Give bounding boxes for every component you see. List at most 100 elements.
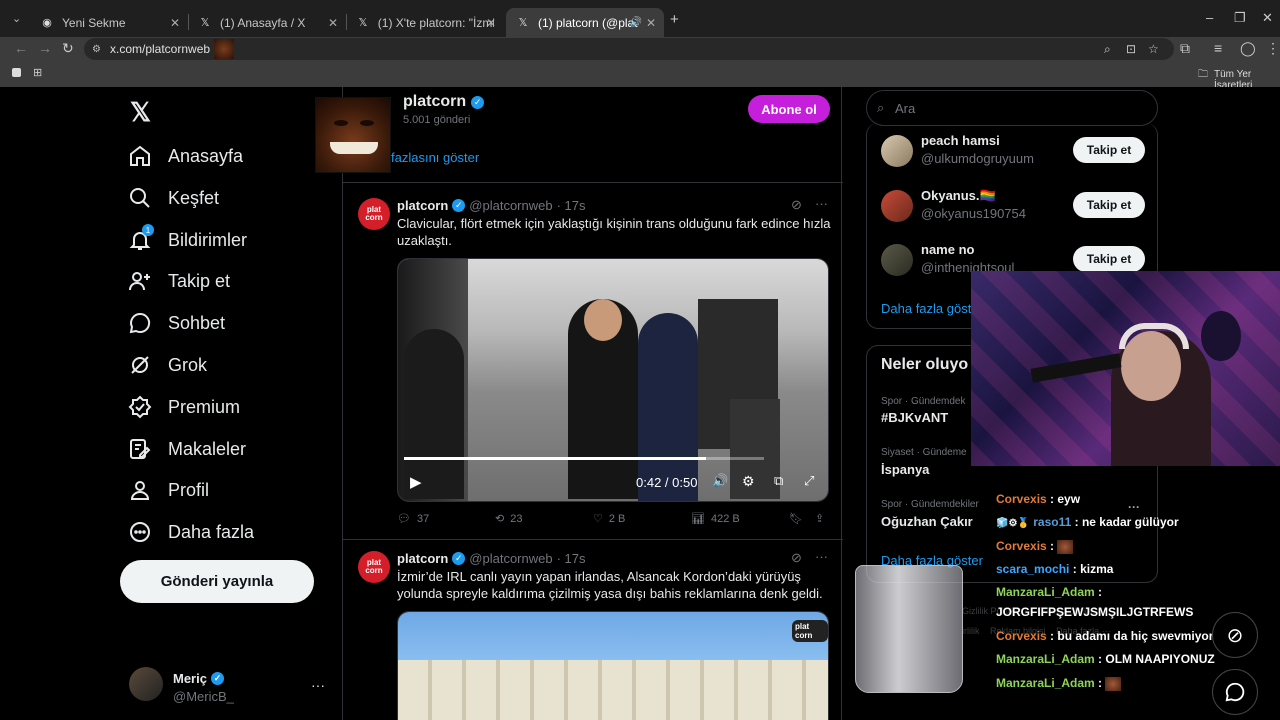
close-icon[interactable]: ✕ [328, 16, 338, 30]
follow-button[interactable]: Takip et [1073, 246, 1145, 272]
follow-button[interactable]: Takip et [1073, 137, 1145, 163]
grok-explain-icon[interactable]: ⊘ [791, 550, 802, 566]
chat-text: : kizma [1072, 562, 1114, 576]
show-more-link[interactable]: Daha fazla göster [881, 301, 983, 316]
trend-item[interactable]: Oğuzhan Çakır [881, 514, 973, 529]
settings-gear-icon[interactable]: ⚙ [742, 473, 755, 490]
tweet-avatar[interactable]: plat corn [358, 198, 390, 230]
repost-button[interactable]: ⟲ 23 [495, 512, 522, 526]
show-more-link[interactable]: fazlasını göster [391, 150, 479, 165]
close-icon[interactable]: ✕ [646, 16, 656, 30]
bookmarks-bar: ⊞ 🗀 Tüm Yer İşaretleri [0, 61, 1280, 91]
x-logo-icon: 𝕏 [200, 17, 210, 29]
minimize-icon[interactable]: – [1206, 10, 1213, 25]
extensions-icon[interactable]: ⧉ [1180, 40, 1190, 57]
nav-more[interactable]: Daha fazla [128, 520, 254, 544]
site-info-icon[interactable]: ⚙ [92, 44, 101, 55]
chat-username: ManzaraLi_Adam [996, 652, 1095, 666]
tab-x-home[interactable]: 𝕏 (1) Anasayfa / X ✕ [188, 8, 346, 37]
follow-button[interactable]: Takip et [1073, 192, 1145, 218]
new-tab-button[interactable]: + [670, 11, 679, 28]
apps-grid-icon[interactable]: ⊞ [33, 66, 42, 79]
nav-profile[interactable]: Profil [128, 478, 209, 502]
media-control-icon[interactable]: ≡ [1214, 40, 1222, 56]
zoom-icon[interactable]: ⌕ [1104, 42, 1111, 57]
account-more-icon[interactable]: ··· [311, 677, 325, 693]
nav-grok[interactable]: Grok [128, 353, 207, 377]
messages-fab[interactable] [1212, 669, 1258, 715]
nav-follow[interactable]: Takip et [128, 269, 230, 293]
tweet-video[interactable]: ▶ 0:42 / 0:50 🔊 ⚙ ⧉ ⤢ [397, 258, 829, 502]
trend-item[interactable]: #BJKvANT [881, 410, 948, 425]
tweet-more-icon[interactable]: ··· [815, 549, 828, 564]
article-edit-icon [130, 439, 151, 459]
views-button[interactable]: 📊︎ 422 B [691, 512, 740, 526]
tweet-avatar[interactable]: plat corn [358, 551, 390, 583]
reply-button[interactable]: 💬︎ 37 [397, 512, 429, 526]
grok-fab[interactable]: ⊘ [1212, 612, 1258, 658]
avatar [129, 667, 163, 701]
tweet-time[interactable]: · 17s [557, 551, 586, 566]
tweet-more-icon[interactable]: ··· [815, 196, 828, 211]
menu-icon[interactable]: ⋮ [1266, 40, 1280, 57]
forward-icon[interactable]: → [38, 40, 52, 56]
tab-x-post[interactable]: 𝕏 (1) X'te platcorn: "İzmir'de IRL c ✕ [346, 8, 504, 37]
avatar [881, 244, 913, 276]
volume-icon[interactable]: 🔊 [712, 473, 728, 489]
verified-icon: ✓ [452, 199, 466, 212]
bookmark-app-icon[interactable] [12, 68, 21, 77]
play-icon[interactable]: ▶ [410, 473, 422, 491]
address-bar[interactable]: ⚙ x.com/platcornweb ⌕ ⊡ ☆ [84, 38, 1174, 60]
back-icon[interactable]: ← [14, 40, 28, 56]
tweet[interactable]: plat corn platcorn ✓ @platcornweb · 17s … [343, 184, 843, 540]
tweet-author-handle[interactable]: @platcornweb [469, 198, 552, 213]
chat-text: : bu adamı da hiç swevmiyorum [1050, 629, 1232, 643]
search-input[interactable]: ⌕ Ara [866, 90, 1158, 126]
tweet-author-handle[interactable]: @platcornweb [469, 551, 552, 566]
subscribe-button[interactable]: Abone ol [748, 95, 830, 123]
post-button[interactable]: Gönderi yayınla [120, 560, 314, 603]
x-logo[interactable]: 𝕏 [130, 97, 151, 128]
profile-icon[interactable]: ◯ [1240, 40, 1256, 57]
tweet-time[interactable]: · 17s [557, 198, 586, 213]
close-icon[interactable]: ✕ [486, 16, 496, 30]
trend-item[interactable]: İspanya [881, 462, 929, 477]
nav-premium[interactable]: Premium [128, 395, 240, 419]
person-icon [130, 481, 150, 500]
footer-link[interactable]: irlilik [962, 626, 980, 636]
nav-chat[interactable]: Sohbet [128, 311, 225, 335]
install-icon[interactable]: ⊡ [1126, 42, 1136, 56]
tab-label: (1) Anasayfa / X [220, 15, 306, 30]
chat-message: JORGFIFPŞEWJSMŞILJGTRFEWS [996, 605, 1193, 619]
video-progress-track[interactable] [404, 457, 764, 460]
tweet-author-name[interactable]: platcorn [397, 551, 448, 566]
tweet-author-name[interactable]: platcorn [397, 198, 448, 213]
tab-new-tab[interactable]: ◉ Yeni Sekme ✕ [30, 8, 188, 37]
tab-platcorn-profile[interactable]: 𝕏 (1) platcorn (@platcornwe 🔊 ✕ [506, 8, 664, 37]
chat-text: : [1098, 676, 1103, 690]
tweet[interactable]: plat corn platcorn ✓ @platcornweb · 17s … [343, 541, 843, 720]
grok-explain-icon[interactable]: ⊘ [791, 197, 802, 213]
nav-notifications[interactable]: 1 Bildirimler [128, 224, 247, 252]
nav-home[interactable]: Anasayfa [128, 144, 243, 168]
follow-suggestion[interactable]: peach hamsi @ulkumdogruyuum Takip et [881, 131, 1145, 175]
tab-search-icon[interactable]: ⌄ [12, 12, 21, 25]
bookmark-star-icon[interactable]: ☆ [1148, 42, 1159, 56]
share-icon[interactable]: ⇪ [815, 512, 824, 525]
audio-icon[interactable]: 🔊 [630, 17, 642, 28]
nav-explore[interactable]: Keşfet [128, 186, 219, 210]
fullscreen-icon[interactable]: ⤢ [804, 473, 814, 489]
maximize-icon[interactable]: ❐ [1234, 10, 1246, 26]
window-close-icon[interactable]: ✕ [1262, 10, 1273, 26]
reload-icon[interactable]: ↻ [62, 40, 74, 57]
close-icon[interactable]: ✕ [170, 16, 180, 30]
video-time: 0:42 / 0:50 [636, 475, 698, 490]
tweet-image[interactable]: plat corn [397, 611, 829, 720]
follow-suggestion[interactable]: Okyanus.🏳️‍🌈 @okyanus190754 Takip et [881, 186, 1145, 230]
url-thumbnail [214, 39, 235, 59]
like-button[interactable]: ♡ 2 B [593, 512, 625, 526]
pip-icon[interactable]: ⧉ [774, 473, 783, 489]
bookmark-icon[interactable]: 🔖︎ [789, 512, 803, 525]
account-switcher[interactable]: Meriç ✓ @MericB_ ··· [129, 667, 329, 707]
nav-articles[interactable]: Makaleler [128, 437, 246, 461]
